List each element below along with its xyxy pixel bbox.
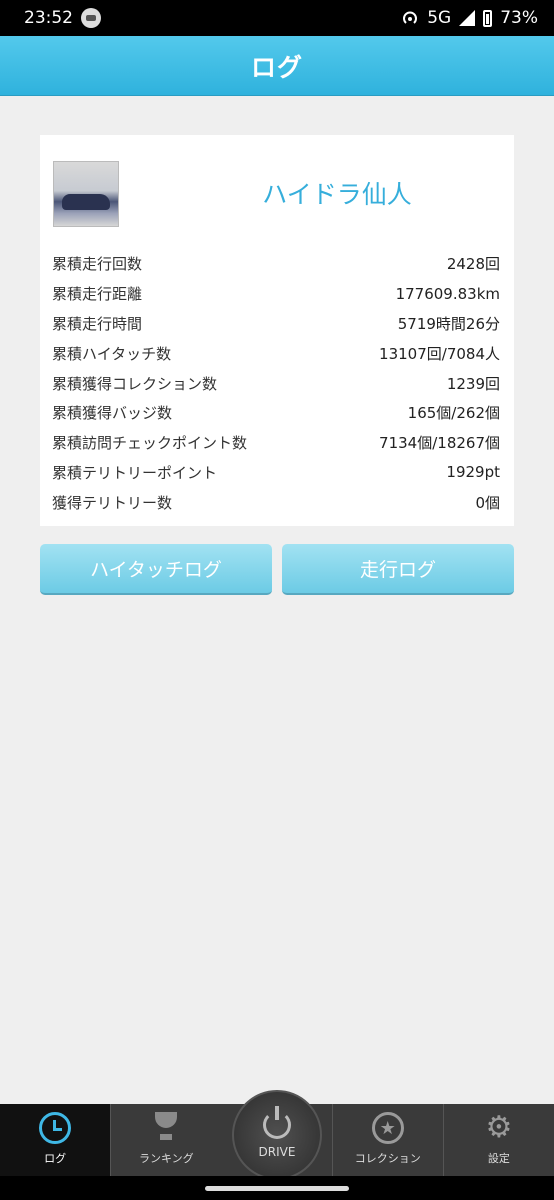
stat-value: 177609.83km — [395, 284, 500, 303]
stat-value: 5719時間26分 — [397, 314, 500, 333]
clock-icon — [39, 1112, 72, 1144]
stat-label: 累積訪問チェックポイント数 — [52, 434, 248, 453]
battery-percent: 73% — [500, 8, 538, 28]
nav-settings[interactable]: ⚙ 設定 — [442, 1104, 554, 1176]
stat-territory-points: 累積テリトリーポイント 1929pt — [52, 458, 500, 488]
stat-value: 1929pt — [446, 463, 500, 482]
stat-value: 165個/262個 — [407, 404, 500, 423]
stat-label: 累積走行距離 — [52, 285, 143, 304]
stats-card: ハイドラ仙人 累積走行回数 2428回 累積走行距離 177609.83km 累… — [40, 135, 514, 526]
stat-total-distance: 累積走行距離 177609.83km — [52, 279, 500, 309]
stat-total-time: 累積走行時間 5719時間26分 — [52, 309, 500, 339]
stat-total-collection: 累積獲得コレクション数 1239回 — [52, 368, 500, 398]
status-time: 23:52 — [24, 8, 73, 28]
stat-total-runs: 累積走行回数 2428回 — [52, 249, 500, 279]
drive-label: DRIVE — [258, 1145, 296, 1159]
signal-icon — [459, 10, 476, 26]
stat-label: 累積走行回数 — [52, 255, 143, 274]
nav-collection[interactable]: ★ コレクション — [331, 1104, 443, 1176]
avatar — [53, 161, 119, 227]
nav-ranking[interactable]: ランキング — [110, 1104, 221, 1176]
stat-label: 累積走行時間 — [52, 314, 143, 333]
star-icon: ★ — [371, 1112, 404, 1144]
app-header: ログ — [0, 36, 554, 96]
stat-total-badges: 累積獲得バッジ数 165個/262個 — [52, 398, 500, 428]
stat-label: 累積ハイタッチ数 — [52, 344, 172, 363]
nav-label: ランキング — [138, 1152, 194, 1165]
stat-value: 0個 — [475, 493, 500, 512]
nav-label: 設定 — [487, 1152, 510, 1165]
nav-log[interactable]: ログ — [0, 1104, 111, 1176]
stat-value: 7134個/18267個 — [379, 434, 500, 453]
stat-label: 累積テリトリーポイント — [52, 463, 218, 482]
status-bar: 23:52 5G 73% — [0, 0, 554, 36]
stats-list: 累積走行回数 2428回 累積走行距離 177609.83km 累積走行時間 5… — [52, 249, 500, 517]
trophy-icon — [150, 1112, 182, 1144]
run-log-button[interactable]: 走行ログ — [282, 544, 514, 595]
stat-total-hightouch: 累積ハイタッチ数 13107回/7084人 — [52, 338, 500, 368]
gear-icon: ⚙ — [485, 1110, 513, 1145]
stat-label: 累積獲得バッジ数 — [52, 404, 173, 423]
car-image — [62, 194, 110, 210]
hightouch-log-button[interactable]: ハイタッチログ — [40, 544, 272, 595]
gesture-bar — [0, 1176, 554, 1200]
stat-label: 獲得テリトリー数 — [52, 493, 173, 512]
network-type: 5G — [427, 8, 452, 28]
user-name: ハイドラ仙人 — [262, 180, 412, 209]
drive-button[interactable]: DRIVE — [232, 1090, 322, 1180]
stat-total-checkpoints: 累積訪問チェックポイント数 7134個/18267個 — [52, 428, 500, 458]
battery-icon — [483, 9, 493, 27]
hotspot-icon — [403, 11, 418, 24]
stat-territories: 獲得テリトリー数 0個 — [52, 487, 500, 517]
stat-value: 1239回 — [446, 374, 500, 393]
home-gesture-handle[interactable] — [205, 1186, 349, 1191]
stat-value: 13107回/7084人 — [379, 344, 500, 363]
stat-label: 累積獲得コレクション数 — [52, 374, 218, 393]
power-icon — [263, 1106, 291, 1139]
nav-label: コレクション — [354, 1152, 421, 1165]
page-title: ログ — [250, 52, 303, 82]
notification-app-icon — [81, 8, 101, 28]
nav-label: ログ — [44, 1152, 67, 1165]
stat-value: 2428回 — [446, 255, 500, 274]
